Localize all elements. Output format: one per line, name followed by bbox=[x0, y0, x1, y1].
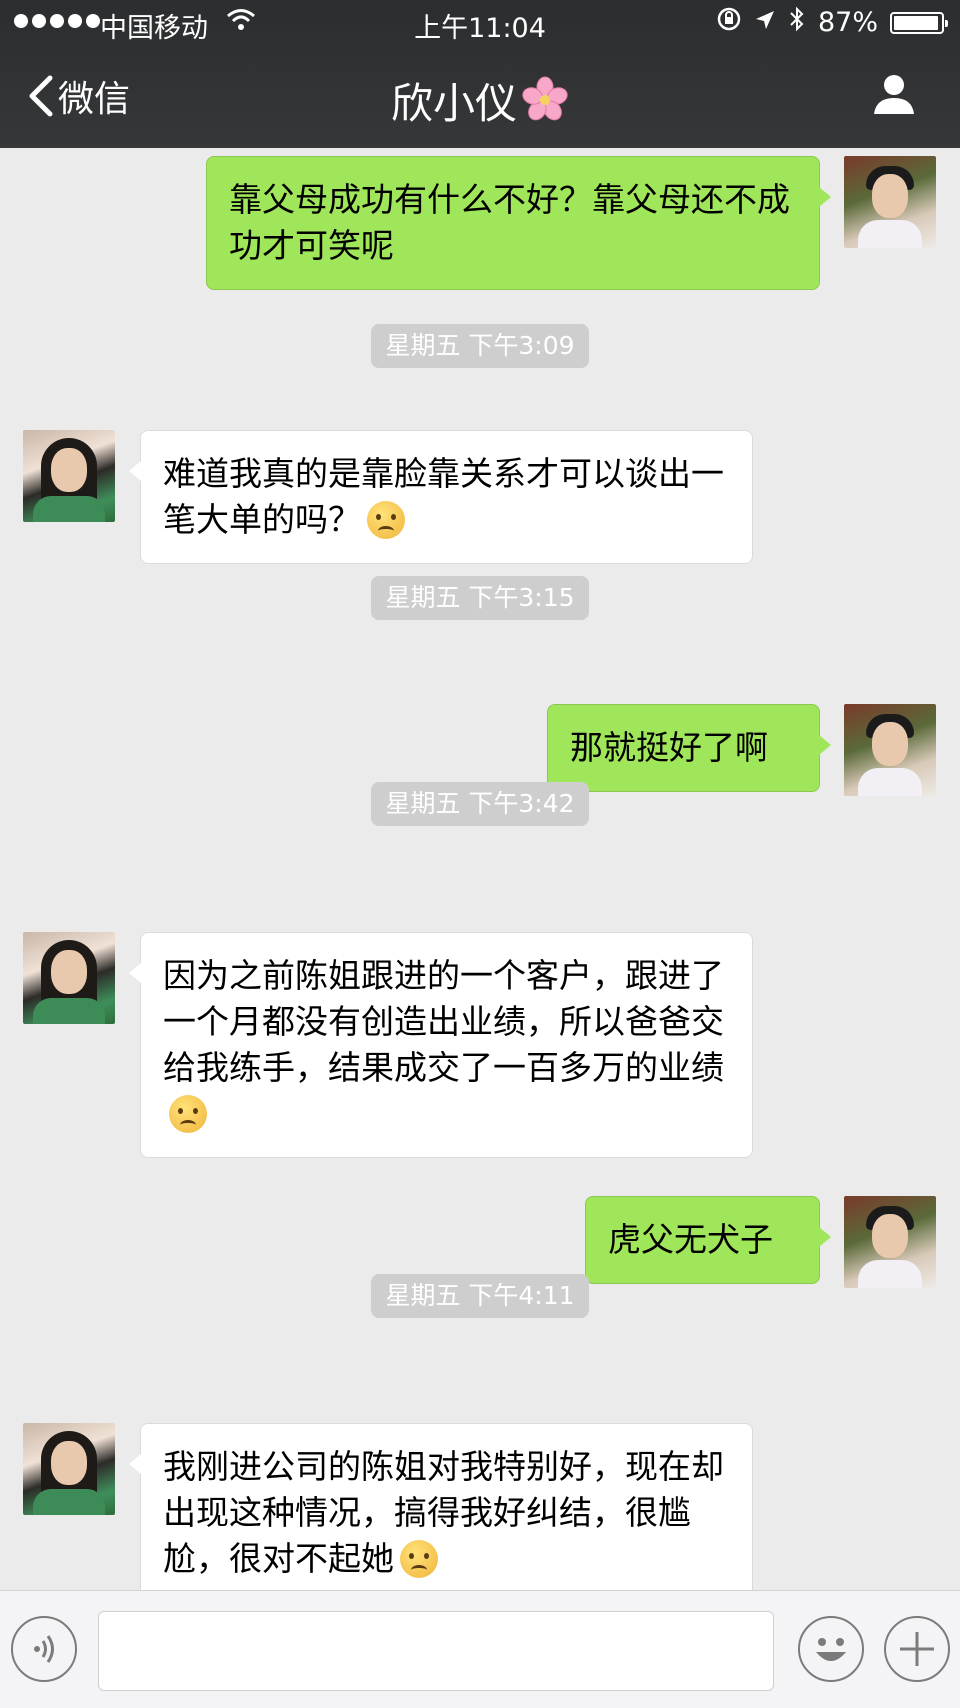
message-text: 我刚进公司的陈姐对我特别好，现在却出现这种情况，搞得我好纠结，很尴尬，很对不起她 bbox=[163, 1447, 724, 1578]
sad-face-emoji-icon bbox=[400, 1540, 438, 1578]
contact-avatar[interactable] bbox=[23, 430, 115, 522]
contact-avatar[interactable] bbox=[23, 932, 115, 1024]
more-button[interactable] bbox=[884, 1616, 950, 1682]
person-icon bbox=[874, 75, 914, 114]
chat-area[interactable]: 靠父母成功有什么不好？靠父母还不成功才可笑呢 星期五 下午3:09 难道我真的是… bbox=[0, 148, 960, 1590]
message-input[interactable] bbox=[98, 1611, 774, 1691]
message-bubble[interactable]: 那就挺好了啊 bbox=[547, 704, 831, 792]
my-avatar[interactable] bbox=[844, 156, 936, 248]
top-bar: 中国移动 上午11:04 87% 微信 欣小仪 bbox=[0, 0, 960, 148]
nav-bar: 微信 欣小仪 bbox=[0, 48, 960, 148]
message-outgoing: 靠父母成功有什么不好？靠父母还不成功才可笑呢 bbox=[0, 148, 960, 290]
voice-icon bbox=[34, 1635, 54, 1663]
timestamp: 星期五 下午4:11 bbox=[0, 1274, 960, 1318]
status-right: 87% bbox=[716, 6, 948, 39]
message-bubble[interactable]: 虎父无犬子 bbox=[585, 1196, 831, 1284]
message-bubble[interactable]: 我刚进公司的陈姐对我特别好，现在却出现这种情况，搞得我好纠结，很尴尬，很对不起她 bbox=[129, 1423, 753, 1590]
input-bar bbox=[0, 1590, 960, 1708]
sad-face-emoji-icon bbox=[367, 501, 405, 539]
timestamp: 星期五 下午3:09 bbox=[0, 324, 960, 368]
location-icon bbox=[754, 7, 776, 38]
message-bubble[interactable]: 因为之前陈姐跟进的一个客户，跟进了一个月都没有创造出业绩，所以爸爸交给我练手，结… bbox=[129, 932, 753, 1158]
bluetooth-icon bbox=[788, 6, 806, 39]
voice-button[interactable] bbox=[11, 1616, 77, 1682]
frown-face-emoji-icon bbox=[169, 1095, 207, 1133]
battery-percent: 87% bbox=[817, 7, 878, 38]
plus-icon bbox=[900, 1632, 934, 1666]
timestamp: 星期五 下午3:42 bbox=[0, 782, 960, 826]
contact-avatar[interactable] bbox=[23, 1423, 115, 1515]
cherry-blossom-icon bbox=[521, 76, 569, 134]
rotation-lock-icon bbox=[716, 6, 742, 39]
battery-icon bbox=[890, 11, 948, 34]
emoji-icon bbox=[816, 1638, 846, 1661]
chat-title-text: 欣小仪 bbox=[390, 79, 517, 128]
message-text: 因为之前陈姐跟进的一个客户，跟进了一个月都没有创造出业绩，所以爸爸交给我练手，结… bbox=[163, 956, 724, 1087]
message-bubble[interactable]: 难道我真的是靠脸靠关系才可以谈出一笔大单的吗？ bbox=[129, 430, 753, 564]
message-text: 难道我真的是靠脸靠关系才可以谈出一笔大单的吗？ bbox=[163, 454, 724, 539]
message-bubble[interactable]: 靠父母成功有什么不好？靠父母还不成功才可笑呢 bbox=[206, 156, 831, 290]
profile-button[interactable] bbox=[872, 72, 916, 120]
status-bar: 中国移动 上午11:04 87% bbox=[0, 0, 960, 48]
emoji-button[interactable] bbox=[798, 1616, 864, 1682]
timestamp: 星期五 下午3:15 bbox=[0, 576, 960, 620]
chat-title: 欣小仪 bbox=[0, 70, 960, 134]
